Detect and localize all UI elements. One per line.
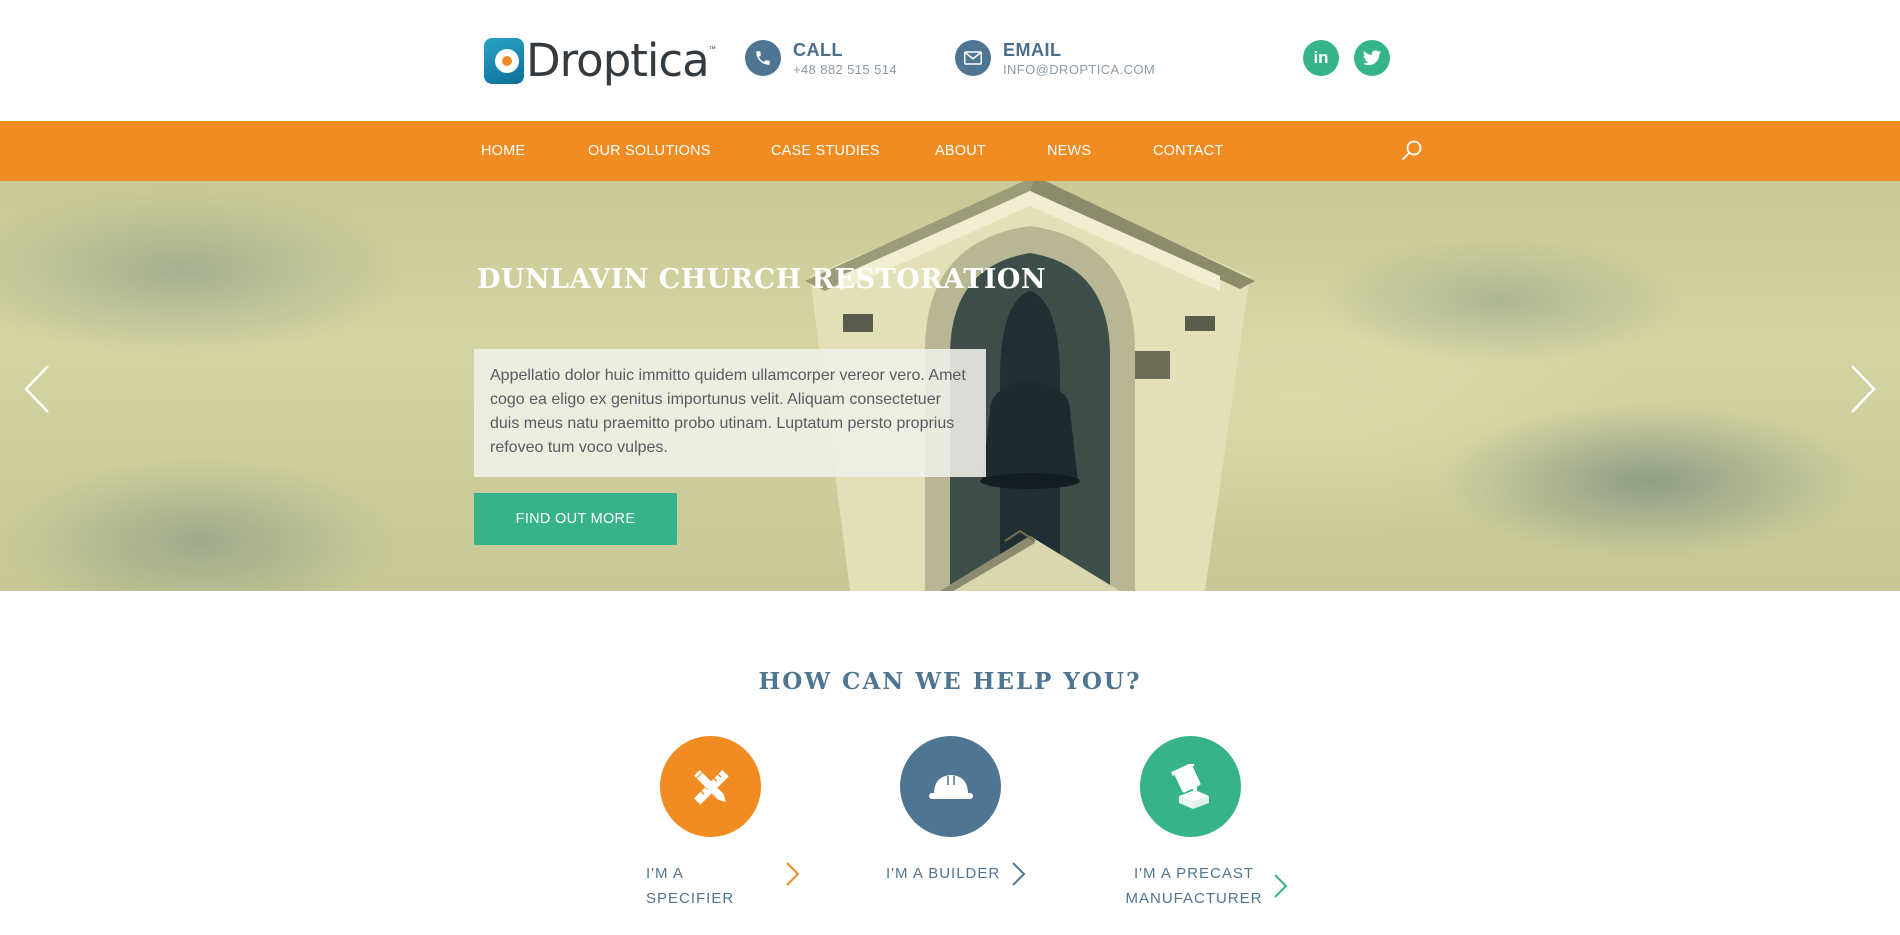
hero-description: Appellatio dolor huic immitto quidem ull…: [474, 349, 986, 477]
builder-link[interactable]: I'M A BUILDER: [886, 861, 1026, 886]
builder-circle[interactable]: [900, 736, 1001, 837]
precast-circle[interactable]: [1140, 736, 1241, 837]
hard-hat-icon: [928, 774, 973, 799]
hero-slider: DUNLAVIN CHURCH RESTORATION Appellatio d…: [0, 181, 1900, 591]
nav-item-our-solutions[interactable]: OUR SOLUTIONS: [588, 121, 711, 181]
phone-icon: [745, 40, 781, 76]
twitter-icon: [1362, 49, 1382, 65]
specifier-link[interactable]: I'M A SPECIFIER: [646, 861, 800, 911]
brand-name: Droptica: [526, 34, 710, 87]
precast-label-line1: I'M A PRECAST: [1133, 865, 1255, 882]
chevron-left-icon: [24, 365, 49, 413]
slider-prev-button[interactable]: [22, 364, 52, 414]
call-label: CALL: [793, 40, 843, 60]
email-label: EMAIL: [1003, 40, 1062, 60]
nav-item-about[interactable]: ABOUT: [935, 121, 986, 181]
brand-trademark: ™: [708, 46, 716, 53]
linkedin-icon: in: [1313, 48, 1329, 67]
brand-logo[interactable]: Droptica ™: [484, 38, 716, 84]
chevron-right-icon: [1012, 862, 1026, 886]
nav-item-contact[interactable]: CONTACT: [1153, 121, 1223, 181]
site-header: Droptica ™ CALL +48 882 515 514 EMAIL IN…: [0, 0, 1900, 121]
hero-title: DUNLAVIN CHURCH RESTORATION: [477, 264, 1047, 295]
chevron-right-icon: [1274, 874, 1288, 898]
phone-number[interactable]: +48 882 515 514: [793, 62, 897, 77]
linkedin-button[interactable]: in: [1303, 40, 1339, 76]
chevron-right-icon: [786, 862, 800, 886]
envelope-icon: [955, 40, 991, 76]
twitter-button[interactable]: [1354, 40, 1390, 76]
droptica-logo-icon: [484, 38, 524, 84]
slider-next-button[interactable]: [1848, 364, 1878, 414]
call-contact[interactable]: CALL +48 882 515 514: [745, 40, 897, 77]
precast-link[interactable]: I'M A PRECAST MANUFACTURER: [1124, 861, 1288, 911]
nav-item-case-studies[interactable]: CASE STUDIES: [771, 121, 880, 181]
email-contact[interactable]: EMAIL INFO@DROPTICA.COM: [955, 40, 1155, 77]
help-section-title: HOW CAN WE HELP YOU?: [758, 668, 1142, 695]
nav-item-home[interactable]: HOME: [481, 121, 525, 181]
email-address[interactable]: INFO@DROPTICA.COM: [1003, 62, 1155, 77]
search-icon[interactable]: [1400, 139, 1424, 163]
precast-label-line2: MANUFACTURER: [1125, 890, 1263, 907]
find-out-more-button[interactable]: FIND OUT MORE: [474, 493, 677, 545]
chevron-right-icon: [1851, 365, 1876, 413]
nav-item-news[interactable]: NEWS: [1047, 121, 1091, 181]
specifier-circle[interactable]: [660, 736, 761, 837]
specifier-label: I'M A SPECIFIER: [646, 865, 735, 907]
main-nav: HOME OUR SOLUTIONS CASE STUDIES ABOUT NE…: [0, 121, 1900, 181]
pouring-bucket-icon: [1170, 763, 1209, 809]
pencil-ruler-icon: [693, 769, 729, 805]
builder-label: I'M A BUILDER: [886, 865, 1001, 882]
